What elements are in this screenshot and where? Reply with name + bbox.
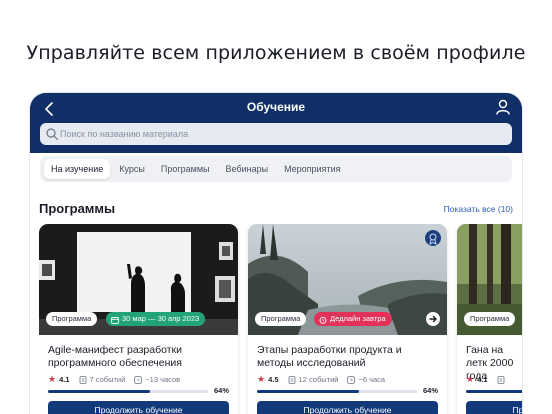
duration: ~13 часов bbox=[145, 375, 181, 384]
progress-fill bbox=[257, 390, 360, 393]
progress-bar bbox=[466, 390, 522, 393]
list-icon bbox=[79, 375, 87, 384]
search-bar bbox=[40, 123, 512, 145]
card-meta: ★ 4.1 bbox=[466, 374, 517, 385]
calendar-icon bbox=[111, 315, 119, 324]
events-count: 7 событий bbox=[89, 375, 126, 384]
search-input[interactable] bbox=[60, 123, 500, 145]
deadline-chip: Дедлайн завтра bbox=[314, 312, 392, 326]
star-icon: ★ bbox=[48, 374, 57, 384]
search-icon bbox=[45, 127, 59, 141]
app-window: Обучение На изучение Курсы Программы Веб… bbox=[30, 93, 522, 414]
clock-icon bbox=[347, 375, 356, 384]
alarm-icon bbox=[319, 315, 327, 324]
certificate-icon bbox=[425, 230, 441, 246]
card-meta: ★ 4.1 7 событий ~13 часов bbox=[48, 374, 189, 385]
program-card[interactable]: Программа 30 мар — 30 апр 2023 Agile-ман… bbox=[39, 224, 238, 414]
continue-button[interactable]: Продолжить обучение bbox=[48, 401, 229, 414]
star-icon: ★ bbox=[257, 374, 266, 384]
tab-webinars[interactable]: Вебинары bbox=[219, 159, 276, 179]
progress-fill bbox=[466, 390, 522, 393]
continue-button[interactable]: Продолжить обучение bbox=[466, 401, 522, 414]
progress-bar bbox=[48, 390, 208, 393]
star-icon: ★ bbox=[466, 374, 475, 384]
type-chip: Программа bbox=[46, 312, 98, 326]
app-header: Обучение bbox=[30, 93, 522, 153]
tab-programs[interactable]: Программы bbox=[154, 159, 217, 179]
date-chip: 30 мар — 30 апр 2023 bbox=[106, 312, 206, 326]
page-title: Обучение bbox=[246, 100, 306, 114]
date-chip-label: 30 мар — 30 апр 2023 bbox=[122, 314, 200, 323]
tab-in-progress[interactable]: На изучение bbox=[44, 159, 111, 179]
card-title: Agile-манифест разработки программного о… bbox=[48, 344, 182, 369]
duration: ~6 часа bbox=[358, 375, 386, 384]
progress-bar bbox=[257, 390, 417, 393]
card-meta: ★ 4.5 12 событий ~6 часа bbox=[257, 374, 394, 385]
show-all-link[interactable]: Показать все (10) bbox=[444, 204, 513, 214]
program-card[interactable]: Программа Гана на летк 2000 года ★ 4.1 П… bbox=[457, 224, 522, 414]
progress-percent: 64% bbox=[422, 386, 438, 395]
tab-bar: На изучение Курсы Программы Вебинары Мер… bbox=[40, 156, 512, 182]
program-card[interactable]: Программа Дедлайн завтра Этапы разработк… bbox=[248, 224, 447, 414]
rating-value: 4.5 bbox=[268, 375, 279, 384]
tab-courses[interactable]: Курсы bbox=[112, 159, 152, 179]
program-carousel: Программа 30 мар — 30 апр 2023 Agile-ман… bbox=[39, 224, 522, 414]
list-icon bbox=[497, 375, 505, 384]
promo-headline: Управляйте всем приложением в своём проф… bbox=[26, 42, 526, 64]
progress-percent: 64% bbox=[213, 386, 229, 395]
events-count: 12 событий bbox=[298, 375, 339, 384]
clock-icon bbox=[134, 375, 143, 384]
rating-value: 4.1 bbox=[477, 375, 488, 384]
profile-icon[interactable] bbox=[494, 98, 512, 116]
section-title: Программы bbox=[39, 201, 116, 216]
card-title: Этапы разработки продукта и методы иссле… bbox=[257, 344, 402, 369]
rating-value: 4.1 bbox=[59, 375, 70, 384]
continue-button[interactable]: Продолжить обучение bbox=[257, 401, 438, 414]
list-icon bbox=[288, 375, 296, 384]
tab-events[interactable]: Мероприятия bbox=[277, 159, 347, 179]
type-chip: Программа bbox=[255, 312, 307, 326]
progress-fill bbox=[48, 390, 151, 393]
deadline-chip-label: Дедлайн завтра bbox=[330, 314, 386, 323]
arrow-right-icon[interactable] bbox=[426, 312, 440, 326]
type-chip: Программа bbox=[464, 312, 516, 326]
